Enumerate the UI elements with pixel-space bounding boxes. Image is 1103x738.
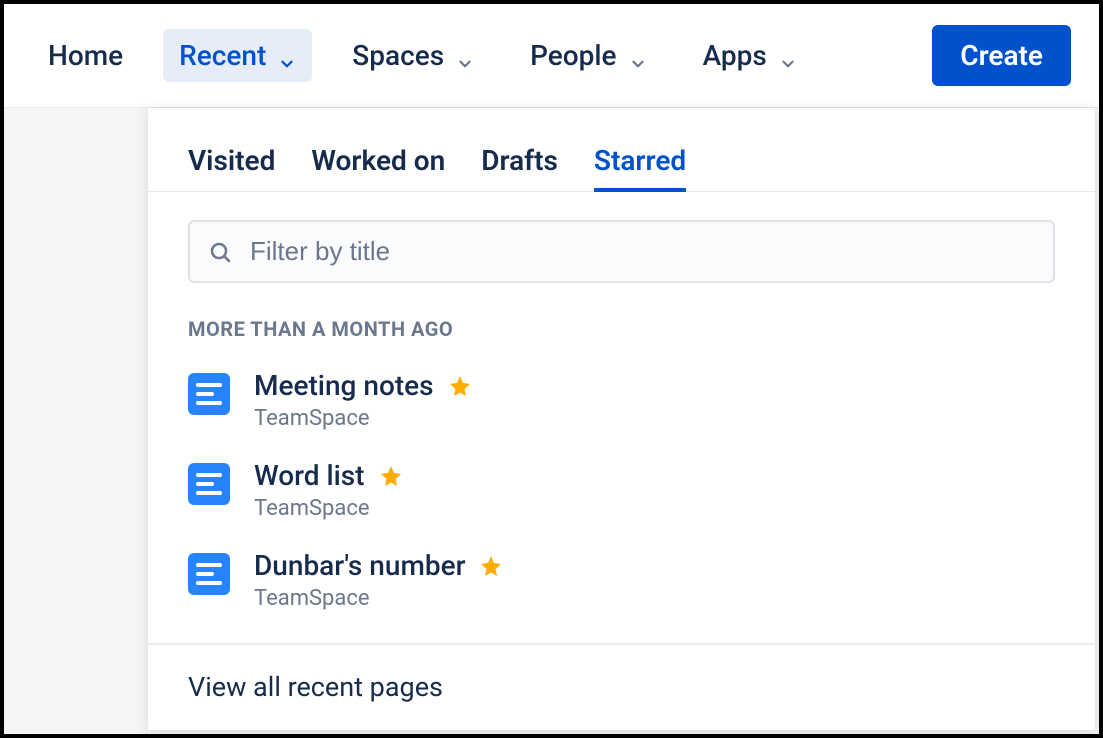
tab-worked-on[interactable]: Worked on [311, 144, 445, 191]
chevron-down-icon [629, 47, 647, 65]
search-icon [208, 240, 232, 264]
list-item-title: Dunbar's number [254, 549, 465, 582]
create-button-label: Create [960, 39, 1043, 72]
chevron-down-icon [456, 47, 474, 65]
nav-apps[interactable]: Apps [687, 29, 813, 82]
list-item[interactable]: Word list TeamSpace [188, 445, 1055, 535]
list-item-space: TeamSpace [254, 586, 503, 611]
nav-apps-label: Apps [703, 39, 767, 72]
list-item-text: Word list TeamSpace [254, 459, 403, 521]
star-icon[interactable] [479, 554, 503, 578]
starred-list: Meeting notes TeamSpace Word list TeamSp… [148, 341, 1095, 643]
create-button[interactable]: Create [932, 25, 1071, 86]
nav-home-label: Home [48, 39, 123, 72]
view-all-recent-link[interactable]: View all recent pages [148, 645, 1095, 729]
star-icon[interactable] [448, 374, 472, 398]
list-item-space: TeamSpace [254, 496, 403, 521]
chevron-down-icon [278, 47, 296, 65]
page-icon [188, 553, 230, 595]
tab-visited[interactable]: Visited [188, 144, 275, 191]
recent-tab-bar: Visited Worked on Drafts Starred [148, 108, 1095, 192]
page-icon [188, 373, 230, 415]
nav-people-label: People [530, 39, 616, 72]
list-item-space: TeamSpace [254, 406, 472, 431]
filter-box[interactable] [188, 220, 1055, 283]
list-item-text: Meeting notes TeamSpace [254, 369, 472, 431]
nav-spaces-label: Spaces [352, 39, 444, 72]
list-item-title: Meeting notes [254, 369, 434, 402]
list-item-text: Dunbar's number TeamSpace [254, 549, 503, 611]
nav-home[interactable]: Home [32, 29, 139, 82]
nav-recent-label: Recent [179, 39, 266, 72]
tab-starred[interactable]: Starred [594, 144, 686, 191]
chevron-down-icon [779, 47, 797, 65]
star-icon[interactable] [379, 464, 403, 488]
tab-drafts[interactable]: Drafts [481, 144, 558, 191]
nav-recent[interactable]: Recent [163, 29, 312, 82]
list-item[interactable]: Dunbar's number TeamSpace [188, 535, 1055, 625]
section-heading: More than a month ago [148, 283, 1095, 341]
filter-input[interactable] [250, 236, 1035, 267]
page-icon [188, 463, 230, 505]
nav-people[interactable]: People [514, 29, 662, 82]
filter-container [148, 192, 1095, 283]
list-item-title: Word list [254, 459, 365, 492]
list-item[interactable]: Meeting notes TeamSpace [188, 355, 1055, 445]
recent-dropdown-panel: Visited Worked on Drafts Starred More th… [148, 108, 1095, 730]
top-navigation: Home Recent Spaces People Apps Create [4, 4, 1099, 108]
nav-spaces[interactable]: Spaces [336, 29, 490, 82]
